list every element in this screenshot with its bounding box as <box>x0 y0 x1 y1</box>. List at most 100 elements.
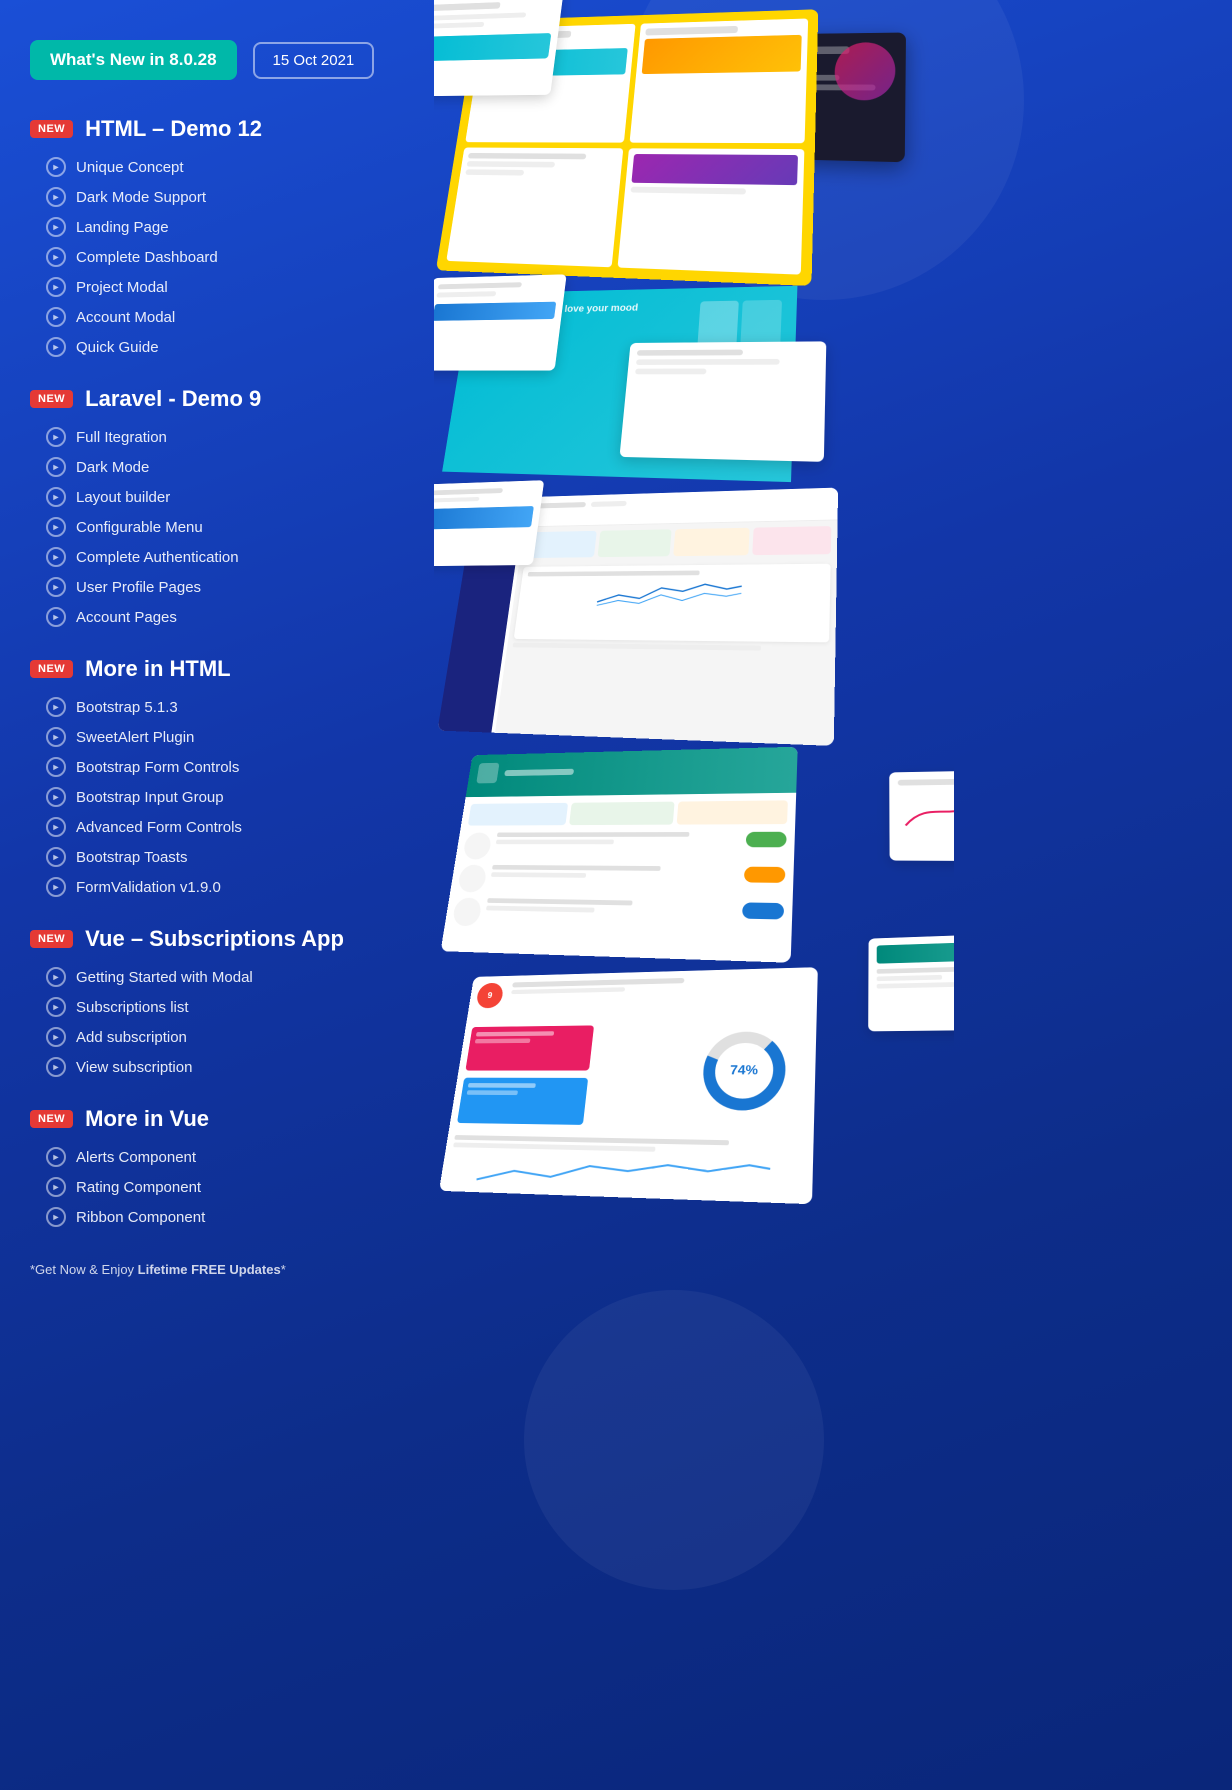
bullet-chevron-icon: ► <box>46 1027 66 1047</box>
list-item: ► Ribbon Component <box>46 1202 530 1232</box>
new-badge-html-demo: New <box>30 120 73 138</box>
section-header-vue-subscriptions: New Vue – Subscriptions App <box>30 926 530 952</box>
list-item: ►Account Pages <box>46 602 530 632</box>
bullet-chevron-icon: ► <box>46 427 66 447</box>
list-item: ► User Profile Pages <box>46 572 530 602</box>
bullet-chevron-icon: ► <box>46 457 66 477</box>
list-item-text: Ribbon Component <box>76 1209 205 1226</box>
section-header-laravel-demo: NewLaravel - Demo 9 <box>30 386 530 412</box>
section-html-demo: New HTML – Demo 12 ► Unique Concept ►Dark Mo… <box>30 116 530 362</box>
section-laravel-demo: NewLaravel - Demo 9 ► Full Itegration ► Dark… <box>30 386 530 632</box>
section-more-html: New More in HTML ► Bootstrap 5.1.3 ► SweetAle… <box>30 656 530 902</box>
list-item: ► Rating Component <box>46 1172 530 1202</box>
list-item-text: Project Modal <box>76 279 168 296</box>
section-more-vue: NewMore in Vue►Alerts Component►Rating C… <box>30 1106 530 1232</box>
list-item: ► Configurable Menu <box>46 512 530 542</box>
list-vue-subscriptions: ►Getting Started with Modal►Subscription… <box>30 962 530 1082</box>
list-item-text: Getting Started with Modal <box>76 969 253 986</box>
bullet-chevron-icon: ► <box>46 577 66 597</box>
bullet-chevron-icon: ► <box>46 787 66 807</box>
list-item-text: Bootstrap Input Group <box>76 789 224 806</box>
list-item-text: Rating Component <box>76 1179 201 1196</box>
list-item: ► Full Itegration <box>46 422 530 452</box>
list-item-text: Bootstrap 5.1.3 <box>76 699 178 716</box>
list-more-html: ►Bootstrap 5.1.3►SweetAlert Plugin►Boots… <box>30 692 530 902</box>
bullet-chevron-icon: ► <box>46 487 66 507</box>
new-badge-more-vue: New <box>30 1110 73 1128</box>
bullet-chevron-icon: ► <box>46 547 66 567</box>
list-laravel-demo: ► Full Itegration ► Dark Mode ►Layout builde… <box>30 422 530 632</box>
list-item-text: User Profile Pages <box>76 579 201 596</box>
list-more-vue: ►Alerts Component ► Rating Component ► Ribbo… <box>30 1142 530 1232</box>
list-item: ► Bootstrap 5.1.3 <box>46 692 530 722</box>
list-item-text: Subscriptions list <box>76 999 189 1016</box>
footer-note: *Get Now & Enjoy Lifetime FREE Updates* <box>30 1262 530 1277</box>
list-item-text: FormValidation v1.9.0 <box>76 879 221 896</box>
list-item: ►Layout builder <box>46 482 530 512</box>
section-title-more-html: More in HTML <box>85 656 230 682</box>
list-item-text: Account Pages <box>76 609 177 626</box>
bullet-chevron-icon: ► <box>46 217 66 237</box>
list-item: ► Complete Authentication <box>46 542 530 572</box>
footer-bold: Lifetime FREE Updates <box>138 1262 281 1277</box>
list-item-text: Full Itegration <box>76 429 167 446</box>
list-item: ►Alerts Component <box>46 1142 530 1172</box>
list-item-text: Dark Mode <box>76 459 149 476</box>
list-item-text: Advanced Form Controls <box>76 819 242 836</box>
list-item-text: Unique Concept <box>76 159 184 176</box>
list-item: ► Dark Mode <box>46 452 530 482</box>
list-item: ► Advanced Form Controls <box>46 812 530 842</box>
footer-suffix: * <box>281 1262 286 1277</box>
section-header-html-demo: New HTML – Demo 12 <box>30 116 530 142</box>
bullet-chevron-icon: ► <box>46 517 66 537</box>
list-item-text: SweetAlert Plugin <box>76 729 194 746</box>
section-title-vue-subscriptions: Vue – Subscriptions App <box>85 926 344 952</box>
list-item-text: Complete Authentication <box>76 549 239 566</box>
date-badge: 15 Oct 2021 <box>253 42 375 79</box>
sections-container: NewHTML – Demo 12►Unique Concept►Dark Mo… <box>30 116 530 1232</box>
footer-prefix: *Get Now & Enjoy <box>30 1262 138 1277</box>
bullet-chevron-icon: ► <box>46 997 66 1017</box>
bullet-chevron-icon: ► <box>46 307 66 327</box>
list-item-text: View subscription <box>76 1059 192 1076</box>
whats-new-badge: What's New in 8.0.28 <box>30 40 237 80</box>
bullet-chevron-icon: ► <box>46 697 66 717</box>
bullet-chevron-icon: ► <box>46 817 66 837</box>
list-item: ► SweetAlert Plugin <box>46 722 530 752</box>
list-item-text: Account Modal <box>76 309 175 326</box>
list-item: ► Quick Guide <box>46 332 530 362</box>
new-badge-vue-subscriptions: New <box>30 930 73 948</box>
bullet-chevron-icon: ► <box>46 157 66 177</box>
new-badge-more-html: New <box>30 660 73 678</box>
bullet-chevron-icon: ► <box>46 1207 66 1227</box>
list-item: ►Dark Mode Support <box>46 182 530 212</box>
section-header-more-vue: New More in Vue <box>30 1106 530 1132</box>
bullet-chevron-icon: ► <box>46 277 66 297</box>
header-row: What's New in 8.0.28 15 Oct 2021 <box>30 40 530 80</box>
list-item: ► Bootstrap Input Group <box>46 782 530 812</box>
section-title-html-demo: HTML – Demo 12 <box>85 116 262 142</box>
list-item-text: Add subscription <box>76 1029 187 1046</box>
list-item-text: Configurable Menu <box>76 519 203 536</box>
list-item-text: Complete Dashboard <box>76 249 218 266</box>
list-item-text: Bootstrap Form Controls <box>76 759 239 776</box>
section-header-more-html: New More in HTML <box>30 656 530 682</box>
section-vue-subscriptions: NewVue – Subscriptions App►Getting Start… <box>30 926 530 1082</box>
bullet-chevron-icon: ► <box>46 187 66 207</box>
bullet-chevron-icon: ► <box>46 1057 66 1077</box>
list-item-text: Quick Guide <box>76 339 159 356</box>
list-item: ►Complete Dashboard <box>46 242 530 272</box>
new-badge-laravel-demo: New <box>30 390 73 408</box>
list-item: ► Unique Concept <box>46 152 530 182</box>
list-item-text: Landing Page <box>76 219 169 236</box>
bullet-chevron-icon: ► <box>46 847 66 867</box>
bullet-chevron-icon: ► <box>46 337 66 357</box>
section-title-more-vue: More in Vue <box>85 1106 209 1132</box>
bullet-chevron-icon: ► <box>46 877 66 897</box>
list-item-text: Alerts Component <box>76 1149 196 1166</box>
bullet-chevron-icon: ► <box>46 727 66 747</box>
list-html-demo: ►Unique Concept►Dark Mode Support►Landin… <box>30 152 530 362</box>
list-item: ►Bootstrap Toasts <box>46 842 530 872</box>
bullet-chevron-icon: ► <box>46 1177 66 1197</box>
list-item: ►Getting Started with Modal <box>46 962 530 992</box>
